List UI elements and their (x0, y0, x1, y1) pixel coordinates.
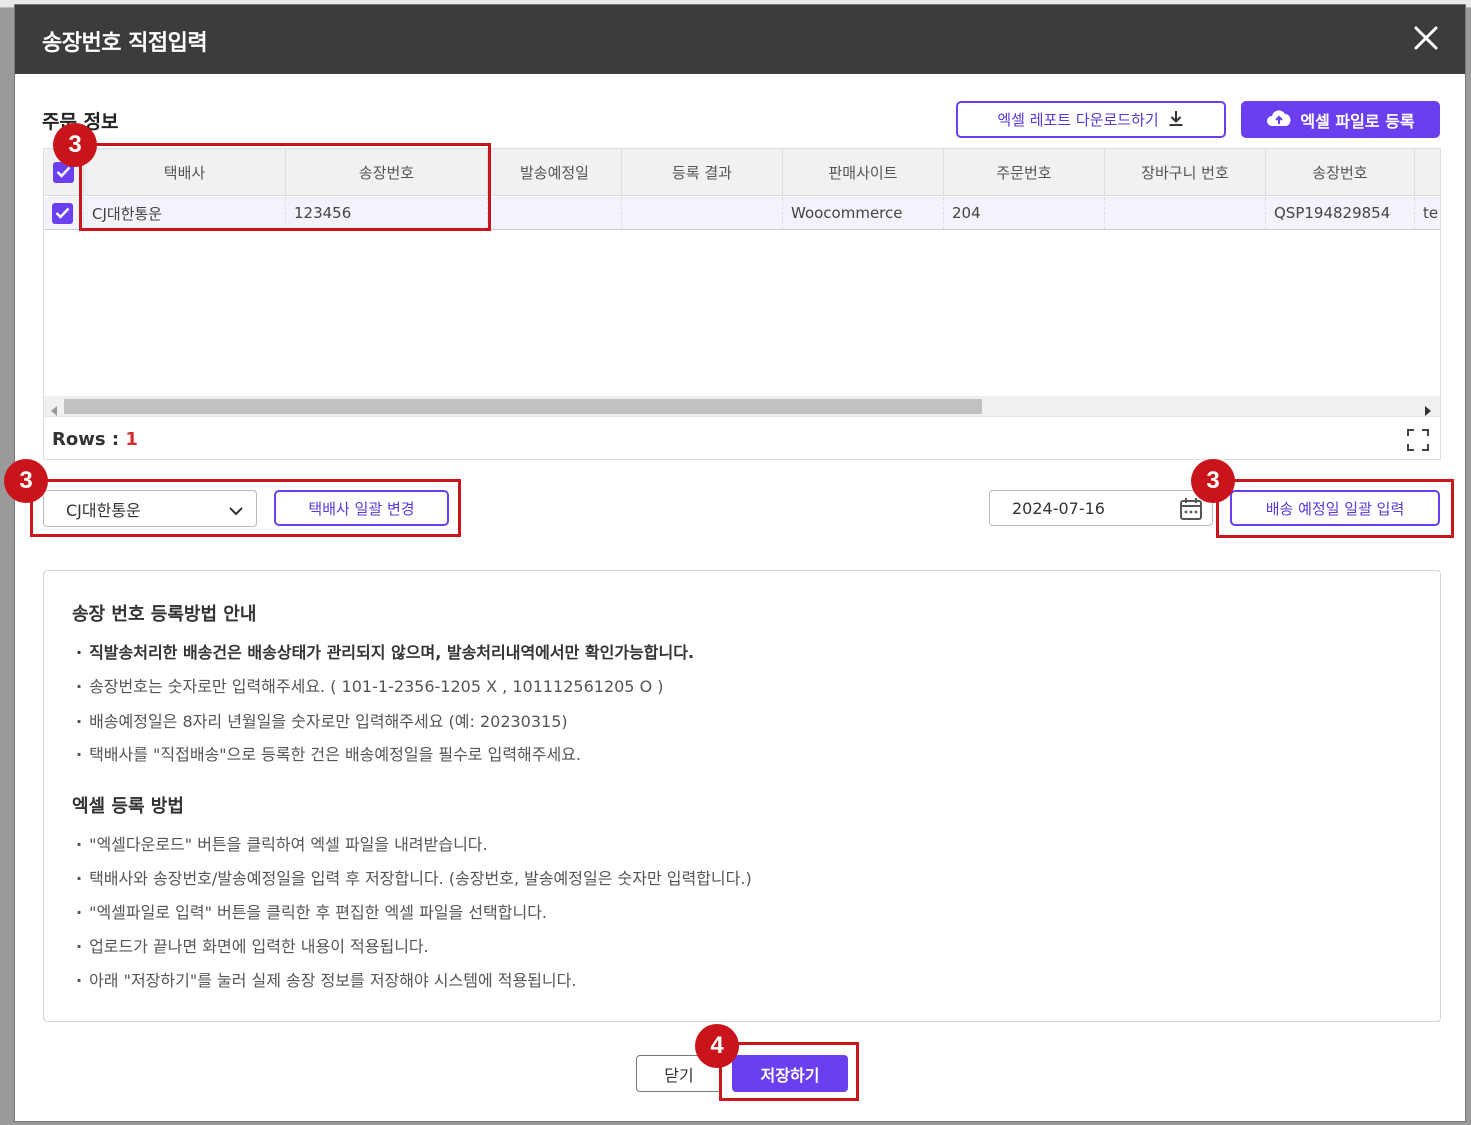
cell-result (622, 197, 783, 229)
excel-report-download-button[interactable]: 엑셀 레포트 다운로드하기 (956, 101, 1226, 138)
save-button[interactable]: 저장하기 (732, 1055, 848, 1092)
courier-select[interactable]: CJ대한통운 (43, 490, 257, 527)
column-header-order-no[interactable]: 주문번호 (944, 149, 1105, 195)
cell-tracking-no[interactable]: 123456 (286, 197, 488, 229)
scrollbar-thumb[interactable] (64, 399, 982, 414)
grid-header: 택배사 송장번호 발송예정일 등록 결과 판매사이트 주문번호 장바구니 번호 … (44, 149, 1440, 196)
order-grid: 택배사 송장번호 발송예정일 등록 결과 판매사이트 주문번호 장바구니 번호 … (43, 148, 1441, 460)
guide-title-1: 송장 번호 등록방법 안내 (72, 604, 257, 625)
registration-guide-panel: 송장 번호 등록방법 안내 직발송처리한 배송건은 배송상태가 관리되지 않으며… (43, 570, 1441, 1022)
guide-item: 업로드가 끝나면 화면에 입력한 내용이 적용됩니다. (76, 933, 429, 957)
excel-upload-label: 엑셀 파일로 등록 (1300, 111, 1415, 131)
bulk-ship-date-apply-button[interactable]: 배송 예정일 일괄 입력 (1230, 490, 1440, 526)
cell-ship-date[interactable] (488, 197, 622, 229)
cell-extra: te (1423, 204, 1439, 222)
cloud-upload-icon (1266, 108, 1292, 132)
guide-item: 배송예정일은 8자리 년월일을 숫자로만 입력해주세요 (예: 20230315… (76, 708, 568, 732)
bulk-ship-date-apply-label: 배송 예정일 일괄 입력 (1265, 499, 1405, 518)
ship-date-value: 2024-07-16 (1012, 498, 1105, 518)
cell-tracking-no-2: QSP194829854 (1266, 197, 1415, 229)
step-badge-3: 3 (53, 123, 97, 167)
guide-item: 택배사를 "직접배송"으로 등록한 건은 배송예정일을 필수로 입력해주세요. (76, 741, 581, 765)
courier-select-value: CJ대한통운 (66, 500, 141, 520)
column-header-cart-no[interactable]: 장바구니 번호 (1105, 149, 1266, 195)
bulk-courier-change-button[interactable]: 택배사 일괄 변경 (274, 490, 449, 526)
download-icon (1167, 109, 1185, 131)
step-badge-4: 4 (695, 1024, 739, 1068)
rows-count-value: 1 (125, 429, 138, 450)
ship-date-input[interactable]: 2024-07-16 (989, 490, 1213, 526)
guide-title-2: 엑셀 등록 방법 (72, 796, 184, 817)
calendar-icon[interactable] (1178, 496, 1204, 526)
row-checkbox-cell (44, 197, 84, 229)
cell-courier[interactable]: CJ대한통운 (84, 197, 286, 229)
column-header-ship-date[interactable]: 발송예정일 (488, 149, 622, 195)
guide-item: "엑셀파일로 입력" 버튼을 클릭한 후 편집한 엑셀 파일을 선택합니다. (76, 899, 547, 923)
dialog-title: 송장번호 직접입력 (42, 31, 208, 56)
grid-footer: Rows : 1 (44, 416, 1440, 459)
guide-item: 직발송처리한 배송건은 배송상태가 관리되지 않으며, 발송처리내역에서만 확인… (76, 639, 694, 663)
guide-item: 송장번호는 숫자로만 입력해주세요. ( 101-1-2356-1205 X ,… (76, 673, 663, 697)
cell-site: Woocommerce (783, 197, 944, 229)
table-row[interactable]: CJ대한통운 123456 Woocommerce 204 QSP1948298… (44, 197, 1440, 230)
horizontal-scrollbar[interactable] (44, 396, 1440, 416)
column-header-extra[interactable] (1415, 149, 1440, 195)
excel-upload-button[interactable]: 엑셀 파일로 등록 (1241, 101, 1440, 138)
column-header-tracking-no-2[interactable]: 송장번호 (1266, 149, 1415, 195)
guide-item: 택배사와 송장번호/발송예정일을 입력 후 저장합니다. (송장번호, 발송예정… (76, 865, 752, 889)
step-badge-3: 3 (1191, 459, 1235, 503)
excel-report-download-label: 엑셀 레포트 다운로드하기 (997, 111, 1159, 129)
chevron-down-icon (228, 502, 244, 521)
step-badge-3: 3 (4, 459, 48, 503)
rows-count-label: Rows : 1 (52, 429, 138, 450)
row-checkbox[interactable] (52, 202, 73, 224)
cell-order-no: 204 (944, 197, 1105, 229)
bulk-courier-change-label: 택배사 일괄 변경 (308, 499, 415, 518)
fullscreen-icon[interactable] (1406, 428, 1430, 456)
column-header-result[interactable]: 등록 결과 (622, 149, 783, 195)
column-header-site[interactable]: 판매사이트 (783, 149, 944, 195)
guide-item: 아래 "저장하기"를 눌러 실제 송장 정보를 저장해야 시스템에 적용됩니다. (76, 967, 576, 991)
column-header-tracking-no[interactable]: 송장번호 (286, 149, 488, 195)
cell-cart-no (1105, 197, 1266, 229)
dialog-header: 송장번호 직접입력 (15, 5, 1465, 74)
column-header-courier[interactable]: 택배사 (84, 149, 286, 195)
close-icon[interactable] (1409, 21, 1443, 55)
guide-item: "엑셀다운로드" 버튼을 클릭하여 엑셀 파일을 내려받습니다. (76, 831, 488, 855)
invoice-direct-input-dialog: 송장번호 직접입력 주문 정보 엑셀 레포트 다운로드하기 엑셀 파일로 등록 … (14, 4, 1466, 1122)
